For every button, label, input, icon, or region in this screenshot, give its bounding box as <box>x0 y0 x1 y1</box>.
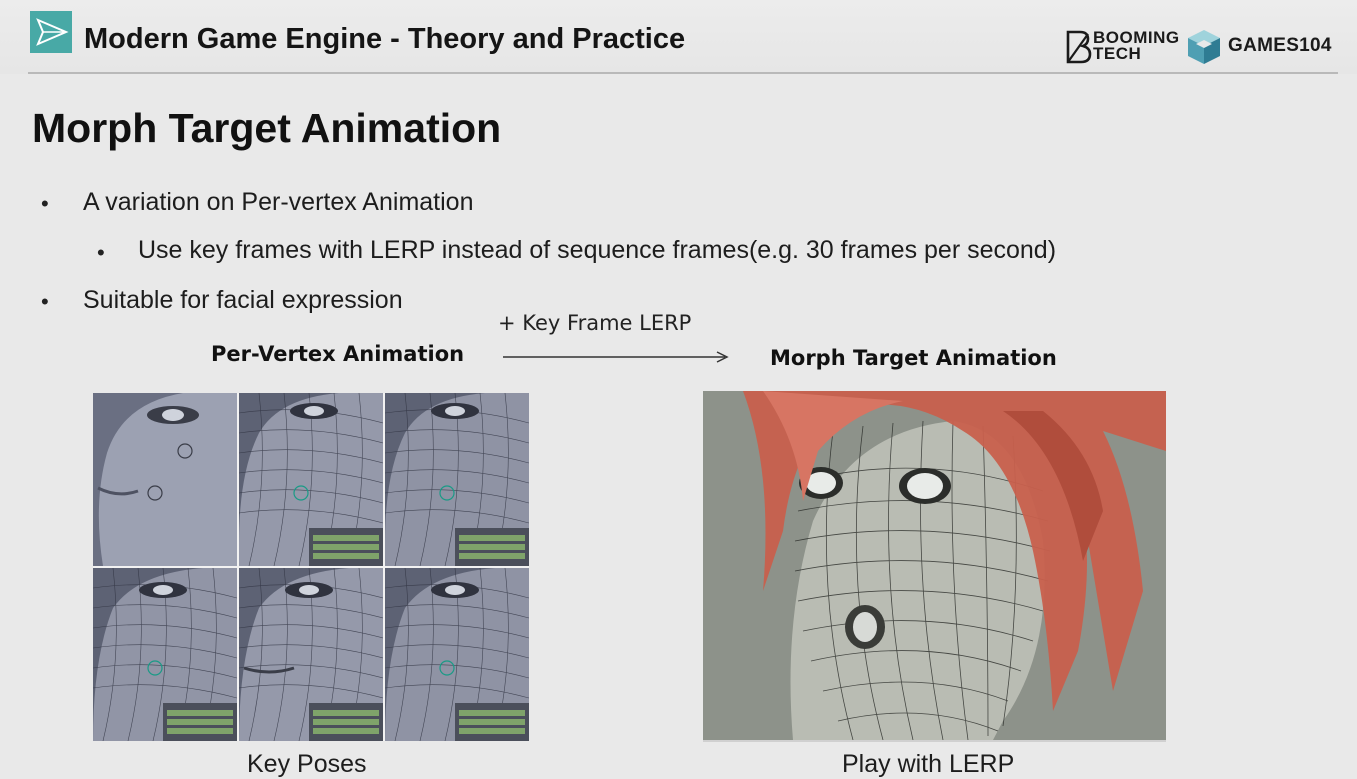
key-pose-5 <box>239 568 383 741</box>
paper-plane-logo-icon <box>30 11 72 53</box>
bullet-marker: • <box>97 240 105 265</box>
bullet-1-1: Use key frames with LERP instead of sequ… <box>138 236 1057 264</box>
key-pose-2 <box>239 393 383 566</box>
slide-title: Morph Target Animation <box>32 105 502 151</box>
games104-cube-icon <box>1188 30 1220 64</box>
morph-target-face-image <box>703 391 1166 742</box>
course-title: Modern Game Engine - Theory and Practice <box>84 23 686 55</box>
bullet-marker: • <box>41 289 49 314</box>
per-vertex-label: Per-Vertex Animation <box>211 342 465 366</box>
header-divider <box>28 72 1338 74</box>
key-pose-4 <box>93 568 237 741</box>
key-pose-1 <box>93 393 237 566</box>
bullet-2: Suitable for facial expression <box>83 286 403 314</box>
morph-target-label: Morph Target Animation <box>770 346 1057 370</box>
key-poses-image <box>93 393 529 741</box>
key-pose-3 <box>385 393 529 566</box>
right-arrow-icon <box>503 351 729 363</box>
booming-tech-logo-text: BOOMING TECH <box>1093 28 1180 63</box>
key-poses-caption: Key Poses <box>247 750 367 778</box>
bullet-1: A variation on Per-vertex Animation <box>83 188 474 216</box>
arrow-label: + Key Frame LERP <box>498 311 692 335</box>
play-with-lerp-caption: Play with LERP <box>842 750 1015 778</box>
key-pose-6 <box>385 568 529 741</box>
games104-logo-text: GAMES104 <box>1228 35 1332 56</box>
bullet-marker: • <box>41 191 49 216</box>
